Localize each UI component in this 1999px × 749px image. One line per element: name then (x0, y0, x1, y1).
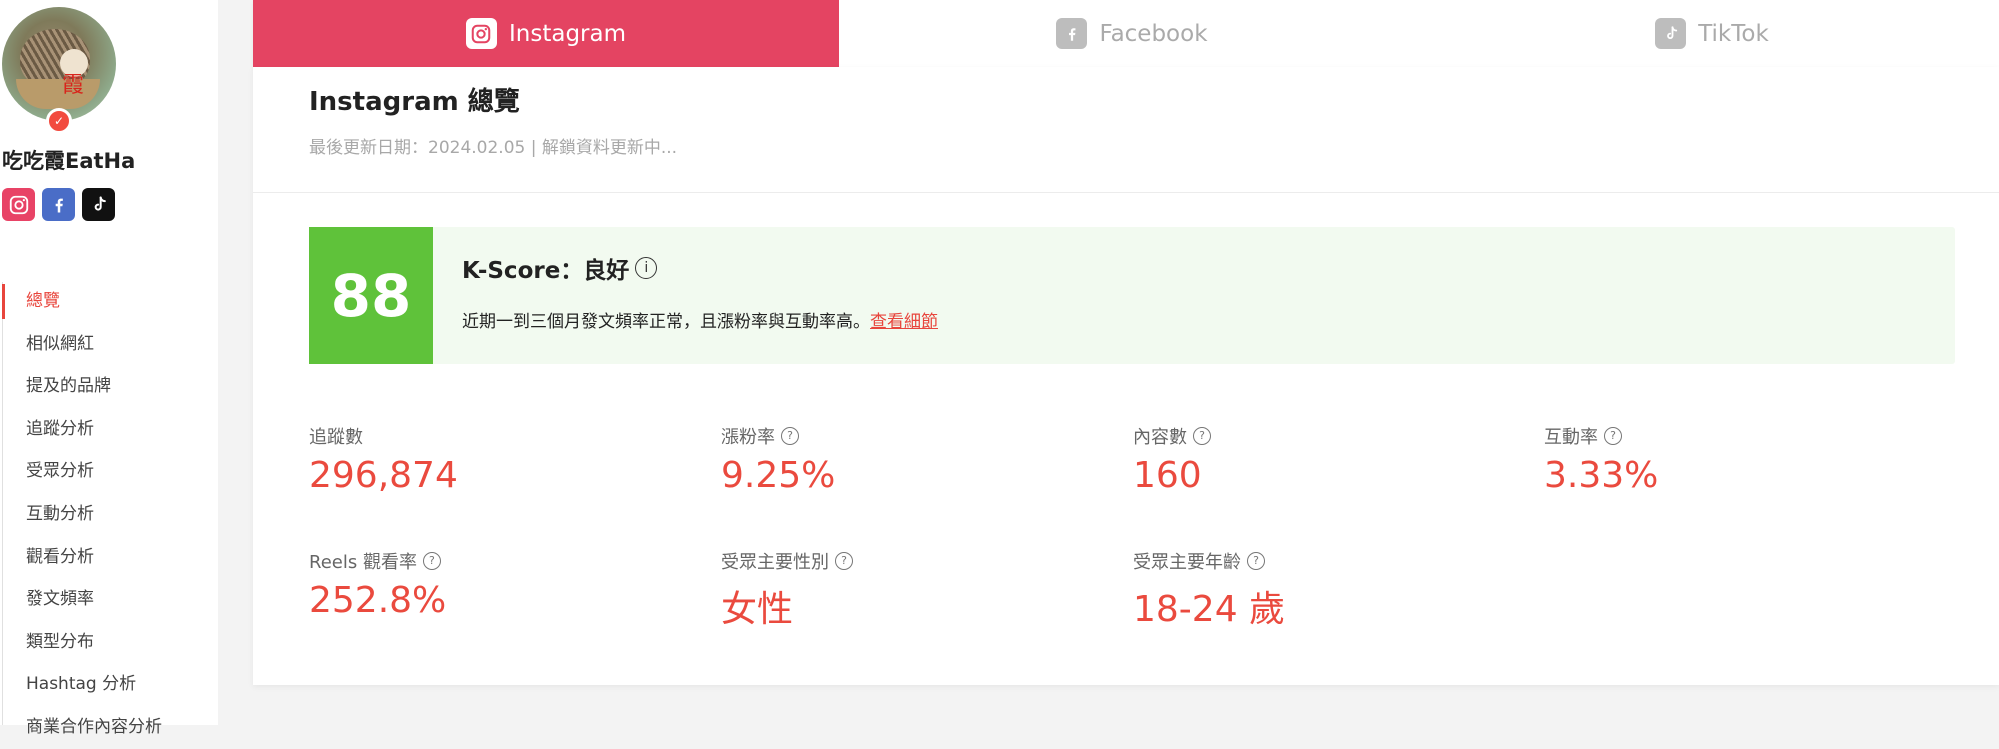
overview-card: Instagram 總覽 最後更新日期：2024.02.05 | 解鎖資料更新中… (253, 67, 1999, 685)
verified-badge-icon: ✓ (46, 108, 72, 134)
sidebar-item-audience-analysis[interactable]: 受眾分析 (0, 450, 218, 493)
tab-facebook[interactable]: Facebook (839, 0, 1425, 67)
sidebar-item-mentioned-brands[interactable]: 提及的品牌 (0, 365, 218, 408)
info-icon[interactable]: i (635, 257, 658, 279)
stat-value: 女性 (721, 589, 794, 630)
tiktok-icon (1655, 18, 1687, 49)
tiktok-icon[interactable] (82, 188, 115, 221)
kscore-heading: K-Score：良好 i (462, 251, 658, 285)
stat-label-text: 漲粉率 (721, 427, 775, 448)
tab-label: Instagram (508, 20, 626, 47)
sidebar-item-similar-influencers[interactable]: 相似網紅 (0, 323, 218, 366)
tab-label: Facebook (1099, 20, 1208, 47)
stat-audience-gender: 受眾主要性別? 女性 (721, 548, 853, 632)
stat-label-text: 受眾主要年齡 (1133, 552, 1241, 573)
sidebar-item-post-frequency[interactable]: 發文頻率 (0, 578, 218, 621)
stat-label: 內容數? (1133, 423, 1211, 449)
help-icon[interactable]: ? (1247, 552, 1265, 570)
sidebar-item-sponsored-analysis[interactable]: 商業合作內容分析 (0, 706, 218, 749)
stat-label: 互動率? (1544, 423, 1658, 449)
instagram-icon (465, 18, 497, 49)
tab-label: TikTok (1698, 20, 1769, 47)
stat-value: 296,874 (309, 455, 458, 496)
facebook-icon[interactable] (42, 188, 75, 221)
tab-tiktok[interactable]: TikTok (1425, 0, 1999, 67)
stat-audience-age: 受眾主要年齡? 18-24 歲 (1133, 548, 1285, 632)
stat-reels-view-rate: Reels 觀看率? 252.8% (309, 548, 446, 621)
help-icon[interactable]: ? (1193, 427, 1211, 445)
stat-label-text: 內容數 (1133, 427, 1187, 448)
card-divider (253, 192, 1999, 193)
stat-label: 受眾主要性別? (721, 548, 853, 574)
kscore-description: 近期一到三個月發文頻率正常，且漲粉率與互動率高。查看細節 (462, 307, 938, 332)
sidebar-item-type-distribution[interactable]: 類型分布 (0, 621, 218, 664)
kscore-panel: 88 K-Score：良好 i 近期一到三個月發文頻率正常，且漲粉率與互動率高。… (309, 227, 1955, 364)
stat-value: 160 (1133, 455, 1202, 496)
help-icon[interactable]: ? (422, 552, 441, 570)
kscore-value: 88 (309, 227, 433, 364)
stat-value: 9.25% (721, 455, 836, 496)
facebook-icon (1056, 18, 1088, 49)
sidebar-item-hashtag-analysis[interactable]: Hashtag 分析 (0, 663, 218, 706)
stat-label: 受眾主要年齡? (1133, 548, 1285, 574)
sidebar-item-view-analysis[interactable]: 觀看分析 (0, 536, 218, 579)
help-icon[interactable]: ? (835, 552, 853, 570)
stat-post-count: 內容數? 160 (1133, 423, 1211, 496)
stat-label-text: 受眾主要性別 (721, 552, 829, 573)
sidebar-item-follower-analysis[interactable]: 追蹤分析 (0, 408, 218, 451)
instagram-icon[interactable] (2, 188, 35, 221)
help-icon[interactable]: ? (1604, 427, 1622, 445)
last-updated-text: 最後更新日期：2024.02.05 | 解鎖資料更新中... (309, 138, 678, 158)
platform-tabs: Instagram Facebook TikTok (253, 0, 1999, 67)
avatar[interactable]: 霞 (2, 7, 116, 121)
sidebar-item-overview[interactable]: 總覽 (0, 280, 218, 323)
stat-value: 252.8% (309, 580, 447, 621)
stat-label-text: Reels 觀看率 (309, 552, 417, 573)
help-icon[interactable]: ? (781, 427, 799, 445)
profile-name: 吃吃霞EatHa (2, 149, 136, 173)
stat-label-text: 互動率 (1544, 427, 1598, 448)
avatar-seal: 霞 (62, 73, 85, 98)
view-details-link[interactable]: 查看細節 (870, 312, 938, 332)
sidebar-nav: 總覽 相似網紅 提及的品牌 追蹤分析 受眾分析 互動分析 觀看分析 發文頻率 類… (0, 280, 218, 749)
stat-label-text: 追蹤數 (309, 427, 363, 448)
stat-followers: 追蹤數 296,874 (309, 423, 458, 496)
tab-instagram[interactable]: Instagram (253, 0, 839, 67)
stat-label: 漲粉率? (721, 423, 835, 449)
sidebar: 霞 ✓ 吃吃霞EatHa 總覽 相似網紅 提及的品牌 追蹤分析 受眾分析 互動分… (0, 0, 218, 737)
stat-engagement-rate: 互動率? 3.33% (1544, 423, 1658, 496)
sidebar-item-engagement-analysis[interactable]: 互動分析 (0, 493, 218, 536)
page-title: Instagram 總覽 (309, 87, 520, 117)
stat-label: 追蹤數 (309, 423, 458, 449)
kscore-title: K-Score：良好 (462, 258, 630, 284)
stat-value: 18-24 歲 (1133, 589, 1286, 630)
kscore-desc-text: 近期一到三個月發文頻率正常，且漲粉率與互動率高。 (462, 312, 870, 332)
avatar-bowl (16, 79, 100, 109)
stat-growth-rate: 漲粉率? 9.25% (721, 423, 835, 496)
stat-label: Reels 觀看率? (309, 548, 446, 574)
stat-value: 3.33% (1544, 455, 1659, 496)
